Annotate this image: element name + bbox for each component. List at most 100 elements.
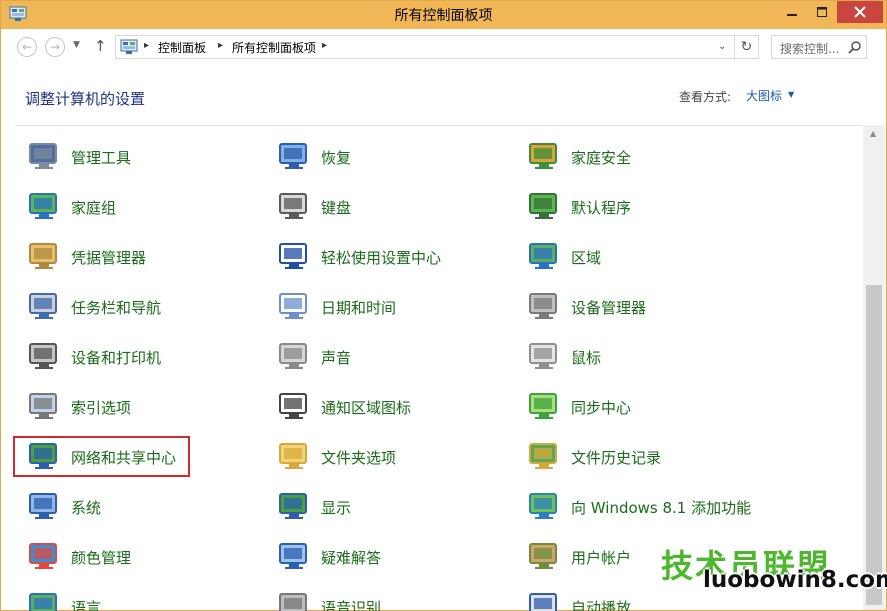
control-panel-item-label[interactable]: 区域 (571, 247, 601, 268)
control-panel-item-label[interactable]: 键盘 (321, 197, 351, 218)
control-panel-item-label[interactable]: 系统 (71, 497, 101, 518)
control-panel-item[interactable]: 家庭组 (27, 186, 267, 226)
chevron-right-icon[interactable]: ▸ (218, 40, 223, 51)
credential-manager-icon (29, 243, 57, 269)
display-icon (279, 493, 307, 519)
caret-down-icon[interactable]: ▼ (788, 90, 794, 99)
control-panel-item[interactable]: 索引选项 (27, 386, 267, 426)
chevron-down-icon[interactable]: ⌄ (718, 41, 726, 52)
breadcrumb-all-items[interactable]: 所有控制面板项 (232, 39, 316, 56)
control-panel-item-label[interactable]: 语言 (71, 597, 101, 611)
add-features-icon (529, 493, 557, 519)
control-panel-item-label[interactable]: 凭据管理器 (71, 247, 146, 268)
device-manager-icon (529, 293, 557, 319)
control-panel-item-label[interactable]: 鼠标 (571, 347, 601, 368)
control-panel-item-label[interactable]: 用户帐户 (571, 547, 631, 568)
control-panel-item-label[interactable]: 文件历史记录 (571, 447, 661, 468)
recent-locations-dropdown[interactable]: ▼ (73, 40, 80, 50)
control-panel-item[interactable]: 管理工具 (27, 136, 267, 176)
control-panel-item[interactable]: 设备管理器 (527, 286, 827, 326)
scroll-up-icon[interactable]: ▲ (870, 129, 876, 138)
control-panel-item[interactable]: 语音识别 (277, 586, 517, 611)
control-panel-item[interactable]: 任务栏和导航 (27, 286, 267, 326)
up-button[interactable]: ↑ (94, 37, 107, 55)
control-panel-item[interactable]: 文件夹选项 (277, 436, 517, 476)
control-panel-item[interactable]: 文件历史记录 (527, 436, 827, 476)
minimize-icon (787, 14, 797, 16)
chevron-right-icon[interactable]: ▸ (144, 40, 149, 51)
control-panel-item-label[interactable]: 疑难解答 (321, 547, 381, 568)
control-panel-item-label[interactable]: 家庭安全 (571, 147, 631, 168)
control-panel-item[interactable]: 通知区域图标 (277, 386, 517, 426)
window-title: 所有控制面板项 (394, 8, 493, 24)
control-panel-item[interactable]: 凭据管理器 (27, 236, 267, 276)
control-panel-item[interactable]: 区域 (527, 236, 827, 276)
control-panel-item[interactable]: 自动播放 (527, 586, 827, 611)
chevron-right-icon[interactable]: ▸ (322, 40, 327, 51)
search-input[interactable]: 搜索控制... (771, 35, 867, 59)
control-panel-item[interactable]: 鼠标 (527, 336, 827, 376)
search-icon[interactable] (848, 40, 862, 54)
control-panel-item-label[interactable]: 通知区域图标 (321, 397, 411, 418)
control-panel-item[interactable]: 疑难解答 (277, 536, 517, 576)
control-panel-item[interactable]: 同步中心 (527, 386, 827, 426)
control-panel-item[interactable]: 声音 (277, 336, 517, 376)
control-panel-item[interactable]: 设备和打印机 (27, 336, 267, 376)
forward-button[interactable]: → (45, 37, 65, 57)
scroll-thumb[interactable] (866, 285, 882, 605)
control-panel-item-label[interactable]: 默认程序 (571, 197, 631, 218)
control-panel-item[interactable]: 用户帐户 (527, 536, 827, 576)
control-panel-item-label[interactable]: 语音识别 (321, 597, 381, 611)
control-panel-item-label[interactable]: 文件夹选项 (321, 447, 396, 468)
control-panel-item-label[interactable]: 设备管理器 (571, 297, 646, 318)
keyboard-icon (279, 193, 307, 219)
control-panel-item[interactable]: 向 Windows 8.1 添加功能 (527, 486, 827, 526)
control-panel-item[interactable]: 键盘 (277, 186, 517, 226)
control-panel-item-label[interactable]: 管理工具 (71, 147, 131, 168)
control-panel-item-label[interactable]: 颜色管理 (71, 547, 131, 568)
vertical-scrollbar[interactable]: ▲ (863, 125, 885, 610)
address-bar[interactable]: ▸ 控制面板 ▸ 所有控制面板项 ▸ ⌄ (115, 35, 735, 59)
refresh-button[interactable]: ↻ (735, 35, 759, 59)
file-history-icon (529, 443, 557, 469)
control-panel-item[interactable]: 恢复 (277, 136, 517, 176)
control-panel-item[interactable]: 颜色管理 (27, 536, 267, 576)
control-panel-item-label[interactable]: 轻松使用设置中心 (321, 247, 441, 268)
date-time-icon (279, 293, 307, 319)
recovery-icon (279, 143, 307, 169)
close-button[interactable] (837, 1, 883, 23)
control-panel-item-label[interactable]: 显示 (321, 497, 351, 518)
view-by-dropdown[interactable]: 大图标 (746, 87, 782, 104)
page-title: 调整计算机的设置 (25, 90, 146, 108)
control-panel-item-label[interactable]: 家庭组 (71, 197, 116, 218)
control-panel-item-label[interactable]: 向 Windows 8.1 添加功能 (571, 497, 751, 518)
arrow-right-icon: → (49, 40, 61, 54)
control-panel-item[interactable]: 轻松使用设置中心 (277, 236, 517, 276)
title-bar[interactable]: 所有控制面板项 (1, 1, 886, 29)
maximize-button[interactable] (807, 1, 837, 23)
control-panel-item-label[interactable]: 恢复 (321, 147, 351, 168)
control-panel-item[interactable]: 显示 (277, 486, 517, 526)
control-panel-item[interactable]: 默认程序 (527, 186, 827, 226)
highlight-box (13, 436, 190, 477)
indexing-icon (29, 393, 57, 419)
default-programs-icon (529, 193, 557, 219)
control-panel-item-label[interactable]: 设备和打印机 (71, 347, 161, 368)
control-panel-item-label[interactable]: 日期和时间 (321, 297, 396, 318)
control-panel-item[interactable]: 语言 (27, 586, 267, 611)
breadcrumb-control-panel[interactable]: 控制面板 (158, 39, 206, 56)
control-panel-item[interactable]: 家庭安全 (527, 136, 827, 176)
back-button[interactable]: ← (17, 37, 37, 57)
control-panel-item[interactable]: 日期和时间 (277, 286, 517, 326)
control-panel-item-label[interactable]: 声音 (321, 347, 351, 368)
language-icon (29, 593, 57, 611)
control-panel-item-label[interactable]: 索引选项 (71, 397, 131, 418)
divider (15, 125, 863, 126)
control-panel-item[interactable]: 系统 (27, 486, 267, 526)
control-panel-item-label[interactable]: 同步中心 (571, 397, 631, 418)
minimize-button[interactable] (777, 1, 807, 23)
control-panel-item-label[interactable]: 任务栏和导航 (71, 297, 161, 318)
control-panel-item-label[interactable]: 自动播放 (571, 597, 631, 611)
sound-icon (279, 343, 307, 369)
view-by-label: 查看方式: (679, 90, 732, 104)
